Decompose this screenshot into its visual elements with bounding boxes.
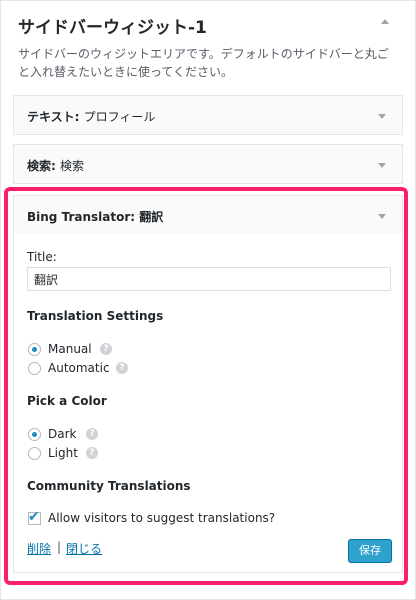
- widget-profile[interactable]: テキスト: プロフィール: [13, 95, 403, 135]
- widget-search[interactable]: 検索: 検索: [13, 144, 403, 184]
- widget-separator: :: [74, 110, 84, 124]
- widget-title: 検索: 検索: [27, 157, 84, 174]
- sidebar-description: サイドバーのウィジットエリアです。デフォルトのサイドバーと丸ごと入れ替えたいとき…: [18, 47, 389, 79]
- sidebar-title[interactable]: サイドバーウィジット-1: [18, 13, 207, 38]
- widget-type: 検索: [27, 159, 52, 173]
- widget-separator: :: [51, 159, 60, 173]
- collapse-arrow-icon[interactable]: [381, 19, 389, 24]
- widget-type: テキスト: [27, 110, 75, 124]
- widget-name: 検索: [60, 159, 85, 173]
- widget-area-panel: サイドバーウィジット-1 サイドバーのウィジットエリアです。デフォルトのサイドバ…: [0, 0, 416, 600]
- widget-title: テキスト: プロフィール: [27, 108, 155, 125]
- expand-arrow-icon[interactable]: [378, 114, 386, 119]
- expand-arrow-icon[interactable]: [378, 163, 386, 168]
- widget-name: プロフィール: [83, 110, 156, 124]
- highlight-frame: [4, 187, 408, 585]
